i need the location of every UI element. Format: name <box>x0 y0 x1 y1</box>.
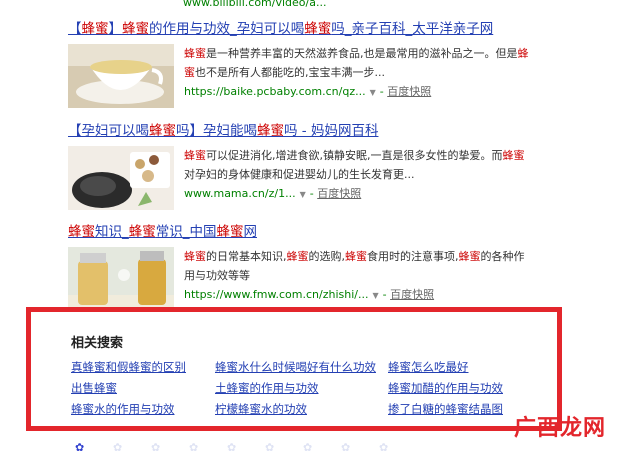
highlighted-keyword: 蜂蜜 <box>304 21 332 37</box>
related-link[interactable]: 土蜂蜜的作用与功效 <box>215 380 319 396</box>
site-watermark: 广西龙网 <box>514 415 607 441</box>
result-thumbnail[interactable] <box>68 247 174 311</box>
dropdown-arrow-icon[interactable]: ▼ <box>372 291 378 300</box>
highlighted-keyword: 蜂蜜 <box>184 149 206 162</box>
highlighted-keyword: 蜂蜜 <box>345 250 367 263</box>
result-url-line: https://baike.pcbaby.com.cn/qz... ▼ - 百度快照 <box>184 82 529 102</box>
result-thumbnail[interactable] <box>68 44 174 108</box>
snapshot-link[interactable]: 百度快照 <box>390 288 434 301</box>
result-url-line: https://www.fmw.com.cn/zhishi/... ▼ - 百度快照 <box>184 285 529 305</box>
result-url[interactable]: www.mama.cn/z/1... <box>184 187 296 200</box>
text-segment: 吗 - 妈妈网百科 <box>284 123 379 139</box>
result-url[interactable]: https://baike.pcbaby.com.cn/qz... <box>184 85 366 98</box>
text-segment: 的选购, <box>308 250 346 263</box>
text-segment: 的日常基本知识, <box>206 250 287 263</box>
result-3: 蜂蜜知识_蜂蜜常识_中国蜂蜜网 蜂蜜的日常基本知识,蜂蜜的选购,蜂蜜食用时的注意… <box>68 223 538 313</box>
text-segment: 是一种营养丰富的天然滋养食品,也是最常用的滋补品之一。但是 <box>206 47 518 60</box>
highlighted-keyword: 蜂蜜 <box>128 224 156 240</box>
text-segment: 【 <box>68 21 82 37</box>
related-link[interactable]: 出售蜂蜜 <box>71 380 117 396</box>
result-2: 【孕妇可以喝蜂蜜吗】孕妇能喝蜂蜜吗 - 妈妈网百科 蜂蜜可以促进消化,增进食欲,… <box>68 122 538 212</box>
text-segment: 食用时的注意事项, <box>367 250 459 263</box>
text-segment: 【孕妇可以喝 <box>68 123 149 139</box>
related-searches-heading: 相关搜索 <box>71 336 124 351</box>
related-link[interactable]: 真蜂蜜和假蜂蜜的区别 <box>71 359 186 375</box>
highlighted-keyword: 蜂蜜 <box>184 47 206 60</box>
text-segment: 知识_ <box>95 224 129 240</box>
snapshot-link[interactable]: 百度快照 <box>387 85 431 98</box>
highlighted-keyword: 蜂蜜 <box>216 224 244 240</box>
text-segment: 的作用与功效_孕妇可以喝 <box>149 21 305 37</box>
related-link[interactable]: 蜂蜜水什么时候喝好有什么功效 <box>215 359 376 375</box>
text-segment: 吗】孕妇能喝 <box>176 123 257 139</box>
highlighted-keyword: 蜂蜜 <box>122 21 149 37</box>
related-link[interactable]: 掺了白糖的蜂蜜结晶图 <box>388 401 503 417</box>
related-link[interactable]: 蜂蜜加醋的作用与功效 <box>388 380 503 396</box>
paw-icon[interactable]: ✿ <box>227 441 236 454</box>
related-link[interactable]: 蜂蜜水的作用与功效 <box>71 401 175 417</box>
text-segment: 也不是所有人都能吃的,宝宝丰满一步... <box>195 66 385 79</box>
text-segment: 】 <box>108 21 123 37</box>
paw-icon[interactable]: ✿ <box>341 441 350 454</box>
text-segment: 网 <box>243 224 258 240</box>
text-segment: 可以促进消化,增进食欲,镇静安眠,一直是很多女性的挚爱。而 <box>206 149 503 162</box>
result-title[interactable]: 蜂蜜知识_蜂蜜常识_中国蜂蜜网 <box>68 223 538 241</box>
result-url-line: www.mama.cn/z/1... ▼ - 百度快照 <box>184 184 529 204</box>
dropdown-arrow-icon[interactable]: ▼ <box>300 190 306 199</box>
result-snippet: 蜂蜜可以促进消化,增进食欲,镇静安眠,一直是很多女性的挚爱。而蜂蜜对孕妇的身体健… <box>184 146 529 184</box>
paw-icon[interactable]: ✿ <box>151 441 160 454</box>
snapshot-separator: - <box>382 288 391 301</box>
top-clipped-url[interactable]: www.bilibili.com/video/a... <box>183 0 326 9</box>
text-segment: 吗_亲子百科_太平洋亲子网 <box>331 21 494 37</box>
paw-icon[interactable]: ✿ <box>265 441 274 454</box>
highlighted-keyword: 蜂蜜 <box>502 149 525 162</box>
related-link[interactable]: 蜂蜜怎么吃最好 <box>388 359 469 375</box>
result-1: 【蜂蜜】蜂蜜的作用与功效_孕妇可以喝蜂蜜吗_亲子百科_太平洋亲子网 蜂蜜是一种营… <box>68 20 538 110</box>
result-title[interactable]: 【蜂蜜】蜂蜜的作用与功效_孕妇可以喝蜂蜜吗_亲子百科_太平洋亲子网 <box>68 20 538 38</box>
dropdown-arrow-icon[interactable]: ▼ <box>370 88 376 97</box>
paw-icon[interactable]: ✿ <box>303 441 312 454</box>
paw-icon[interactable]: ✿ <box>189 441 198 454</box>
result-url[interactable]: https://www.fmw.com.cn/zhishi/... <box>184 288 368 301</box>
paw-icon[interactable]: ✿ <box>379 441 388 454</box>
result-snippet: 蜂蜜是一种营养丰富的天然滋养食品,也是最常用的滋补品之一。但是蜂蜜也不是所有人都… <box>184 44 529 82</box>
result-snippet: 蜂蜜的日常基本知识,蜂蜜的选购,蜂蜜食用时的注意事项,蜂蜜的各种作用与功效等等 <box>184 247 529 285</box>
result-thumbnail[interactable] <box>68 146 174 210</box>
text-segment: 对孕妇的身体健康和促进婴幼儿的生长发育更... <box>184 168 415 181</box>
highlighted-keyword: 蜂蜜 <box>184 250 206 263</box>
paw-icon[interactable]: ✿ <box>75 441 84 454</box>
highlighted-keyword: 蜂蜜 <box>286 250 309 263</box>
highlighted-keyword: 蜂蜜 <box>257 123 284 139</box>
result-title[interactable]: 【孕妇可以喝蜂蜜吗】孕妇能喝蜂蜜吗 - 妈妈网百科 <box>68 122 538 140</box>
highlighted-keyword: 蜂蜜 <box>81 21 109 37</box>
paw-icon[interactable]: ✿ <box>113 441 122 454</box>
highlighted-keyword: 蜂蜜 <box>68 224 95 240</box>
related-link[interactable]: 柠檬蜂蜜水的功效 <box>215 401 307 417</box>
highlighted-keyword: 蜂蜜 <box>458 250 481 263</box>
highlighted-keyword: 蜂蜜 <box>149 123 176 139</box>
related-searches-box: 相关搜索 真蜂蜜和假蜂蜜的区别 蜂蜜水什么时候喝好有什么功效 蜂蜜怎么吃最好 出… <box>26 307 562 431</box>
text-segment: 常识_中国 <box>155 224 217 240</box>
snapshot-link[interactable]: 百度快照 <box>317 187 361 200</box>
